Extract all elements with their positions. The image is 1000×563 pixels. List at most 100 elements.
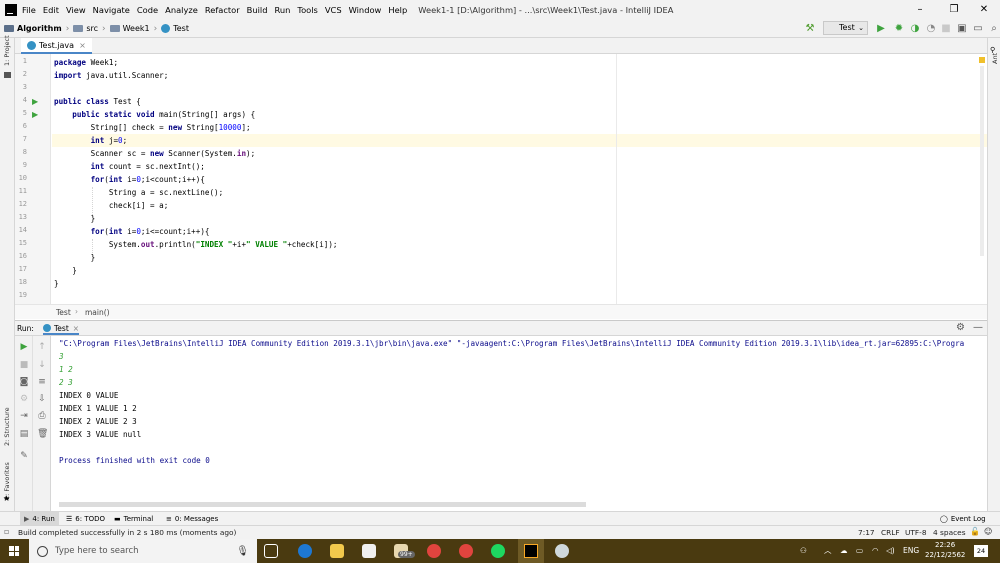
code-line-11: String a = sc.nextLine(); — [54, 188, 224, 197]
tab-todo[interactable]: ☰ 6: TODO — [66, 512, 105, 525]
stop-icon[interactable]: ■ — [19, 360, 29, 370]
edge-browser-icon[interactable] — [298, 544, 312, 558]
input-language[interactable]: ENG — [903, 539, 919, 563]
structure-tool-button[interactable]: 2: Structure — [3, 407, 11, 446]
settings-icon[interactable]: ⚙ — [19, 394, 29, 404]
ant-tool-button[interactable]: Ant — [991, 53, 999, 64]
project-tool-button[interactable]: 1: Project — [3, 35, 11, 66]
store-icon[interactable] — [362, 544, 376, 558]
caret-position[interactable]: 7:17 — [858, 528, 875, 537]
taskbar-search-box[interactable]: Type here to search 🎙 — [29, 539, 257, 563]
breadcrumb-src[interactable]: src — [73, 24, 98, 33]
clock-time[interactable]: 22:26 — [935, 541, 955, 549]
lock-icon[interactable]: 🔓 — [970, 527, 980, 536]
task-view-icon[interactable] — [264, 544, 278, 558]
run-icon[interactable]: ▶ — [875, 23, 887, 35]
spotify-icon[interactable] — [491, 544, 505, 558]
tab-terminal[interactable]: ▬ Terminal — [114, 512, 153, 525]
close-tab-icon[interactable]: × — [73, 324, 79, 333]
soft-wrap-icon[interactable]: ≡ — [37, 377, 47, 387]
inspection-warning-icon[interactable] — [979, 57, 985, 63]
menu-file[interactable]: File — [22, 5, 36, 15]
console-output[interactable]: "C:\Program Files\JetBrains\IntelliJ IDE… — [52, 336, 987, 511]
microphone-icon[interactable]: 🎙 — [236, 546, 249, 557]
run-class-gutter-icon[interactable]: ▶ — [32, 97, 38, 106]
rerun-icon[interactable]: ▶ — [19, 342, 29, 352]
file-explorer-icon[interactable] — [330, 544, 344, 558]
run-tab-test[interactable]: Test × — [43, 323, 80, 335]
tab-messages[interactable]: ≡ 0: Messages — [166, 512, 218, 525]
layout-icon[interactable]: ▭ — [972, 23, 984, 35]
print-icon[interactable]: ⎙ — [37, 411, 47, 421]
arrow-up-icon[interactable]: ↑ — [37, 342, 47, 352]
menu-tools[interactable]: Tools — [297, 5, 317, 15]
breadcrumb-project[interactable]: Algorithm — [4, 24, 62, 33]
tab-event-log[interactable]: ◯ Event Log — [940, 512, 986, 525]
inspector-icon[interactable]: ☺ — [984, 527, 992, 536]
run-main-gutter-icon[interactable]: ▶ — [32, 110, 38, 119]
notification-center-icon[interactable]: 24 — [974, 545, 988, 557]
indent-setting[interactable]: 4 spaces — [933, 528, 966, 537]
status-message[interactable]: Build completed successfully in 2 s 180 … — [18, 528, 236, 537]
wifi-icon[interactable]: ◠ — [872, 539, 879, 563]
breadcrumb-class[interactable]: Test — [56, 308, 71, 317]
layout-icon[interactable]: ▤ — [19, 429, 29, 439]
breadcrumb-method[interactable]: main() — [85, 308, 110, 317]
chrome-profile-icon[interactable] — [459, 544, 473, 558]
restore-button[interactable]: ❐ — [938, 0, 970, 20]
chevron-up-icon[interactable]: ︿ — [824, 539, 832, 563]
arrow-down-icon[interactable]: ↓ — [37, 360, 47, 370]
search-everywhere-icon[interactable]: ⌕ — [988, 23, 1000, 35]
menu-navigate[interactable]: Navigate — [93, 5, 130, 15]
close-button[interactable]: ✕ — [968, 0, 1000, 20]
cloud-icon[interactable]: ☁ — [840, 539, 848, 563]
trash-icon[interactable]: 🗑 — [37, 429, 48, 439]
menu-run[interactable]: Run — [274, 5, 290, 15]
pin-icon[interactable]: ✎ — [19, 451, 29, 461]
menu-vcs[interactable]: VCS — [325, 5, 342, 15]
project-structure-icon[interactable]: ▣ — [956, 23, 968, 35]
build-hammer-icon[interactable]: ⚒ — [804, 23, 816, 35]
coverage-icon[interactable]: ◑ — [909, 23, 921, 35]
file-encoding[interactable]: UTF-8 — [905, 528, 927, 537]
tab-run[interactable]: ▶ 4: Run — [20, 512, 59, 525]
line-separator[interactable]: CRLF — [881, 528, 900, 537]
debug-icon[interactable]: ✹ — [893, 23, 905, 35]
dump-threads-icon[interactable]: ◙ — [19, 377, 29, 387]
windows-start-icon[interactable] — [9, 546, 19, 556]
clock-date[interactable]: 22/12/2562 — [925, 551, 965, 559]
menu-help[interactable]: Help — [388, 5, 407, 15]
gear-icon[interactable]: ⚙ — [956, 322, 965, 333]
chrome-icon[interactable] — [427, 544, 441, 558]
code-editor[interactable]: package Week1; import java.util.Scanner;… — [52, 54, 987, 304]
intellij-taskbar-button[interactable] — [518, 539, 544, 563]
menu-code[interactable]: Code — [137, 5, 158, 15]
battery-icon[interactable]: ▭ — [856, 539, 863, 563]
console-horizontal-scrollbar[interactable] — [59, 502, 586, 507]
breadcrumb-week1[interactable]: Week1 — [109, 24, 150, 33]
volume-icon[interactable]: ◁) — [886, 539, 895, 563]
menu-window[interactable]: Window — [349, 5, 382, 15]
run-configuration-select[interactable]: Test ⌄ — [823, 21, 868, 35]
search-icon — [37, 545, 48, 557]
status-window-icon[interactable]: ▫ — [4, 527, 9, 536]
menu-build[interactable]: Build — [247, 5, 268, 15]
menu-view[interactable]: View — [66, 5, 86, 15]
profile-icon[interactable]: ◔ — [925, 23, 937, 35]
hide-panel-icon[interactable]: — — [973, 322, 983, 333]
close-tab-icon[interactable]: × — [79, 41, 86, 50]
line-number: 3 — [22, 83, 27, 91]
breadcrumb-test[interactable]: Test — [161, 24, 189, 33]
stop-icon[interactable]: ■ — [940, 23, 952, 35]
menu-analyze[interactable]: Analyze — [165, 5, 198, 15]
people-icon[interactable]: ⚇ — [800, 539, 807, 563]
exit-icon[interactable]: ⇥ — [19, 411, 29, 421]
menu-edit[interactable]: Edit — [43, 5, 59, 15]
menu-refactor[interactable]: Refactor — [205, 5, 240, 15]
app-icon[interactable] — [555, 544, 569, 558]
scroll-to-end-icon[interactable]: ⇩ — [37, 394, 47, 404]
editor-scrollbar[interactable] — [980, 66, 984, 256]
minimize-button[interactable]: – — [904, 0, 936, 20]
tab-test-java[interactable]: Test.java × — [21, 38, 92, 54]
editor-gutter[interactable]: 1 2 3 4 5 6 7 8 9 10 11 12 13 14 15 16 1… — [15, 54, 51, 304]
